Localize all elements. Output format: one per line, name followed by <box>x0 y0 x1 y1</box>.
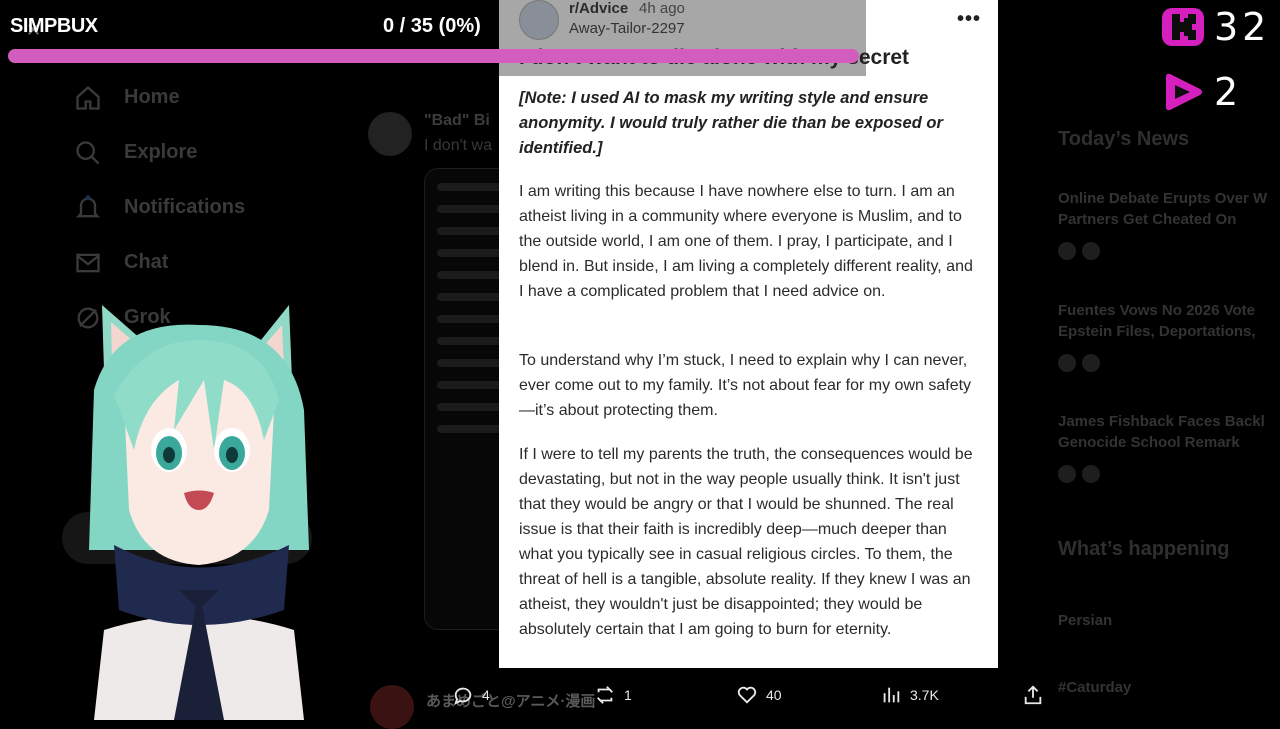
bell-icon <box>75 194 101 217</box>
sidebar-item-chat[interactable]: Chat <box>60 235 320 290</box>
search-icon <box>76 140 100 164</box>
news-title-line: Genocide School Remark <box>1058 434 1240 451</box>
trend-tag[interactable]: #Caturday <box>1058 677 1131 698</box>
avatar[interactable] <box>370 685 414 729</box>
heart-icon <box>737 686 757 704</box>
sidebar-item-notifications[interactable]: Notifications <box>60 180 320 235</box>
repost-button[interactable]: 1 <box>594 684 632 706</box>
mail-icon <box>76 253 100 272</box>
kick-icon <box>1160 6 1206 48</box>
sidebar-item-home[interactable]: Home <box>60 70 320 125</box>
reply-count: 4 <box>482 687 490 703</box>
news-item[interactable]: James Fishback Faces Backl Genocide Scho… <box>1058 411 1265 453</box>
views-button[interactable]: 3.7K <box>880 684 939 706</box>
sidebar-item-label: Home <box>124 86 180 108</box>
repost-icon <box>597 686 613 704</box>
goal-progress-bar <box>8 49 859 63</box>
reddit-post-image[interactable]: r/Advice 4h ago Away-Tailor-2297 ••• I d… <box>499 0 998 668</box>
overlay-brand: SIMPBUX <box>10 15 98 37</box>
kick-viewer-stat: 32 <box>1160 5 1270 49</box>
post-paragraph: I am writing this because I have nowhere… <box>519 183 973 300</box>
news-title-line: Fuentes Vows No 2026 Vote <box>1058 302 1255 319</box>
subreddit-avatar <box>519 0 559 40</box>
vtuber-avatar <box>89 305 309 720</box>
news-item[interactable]: Fuentes Vows No 2026 Vote Epstein Files,… <box>1058 300 1256 342</box>
more-options-icon[interactable]: ••• <box>957 8 981 31</box>
avatar[interactable] <box>368 112 412 156</box>
sidebar-item-label: Chat <box>124 251 169 273</box>
news-meta <box>1058 242 1100 260</box>
repost-count: 1 <box>624 687 632 703</box>
bar-chart-icon <box>883 687 900 703</box>
news-item[interactable]: Online Debate Erupts Over W Partners Get… <box>1058 188 1267 230</box>
view-count: 3.7K <box>910 687 939 703</box>
news-title-line: Epstein Files, Deportations, <box>1058 323 1256 340</box>
post-note: [Note: I used AI to mask my writing styl… <box>519 89 943 157</box>
home-icon <box>76 85 100 110</box>
sidebar-item-label: Explore <box>124 141 198 163</box>
twitch-viewer-stat: 2 <box>1160 70 1242 114</box>
kick-viewer-count: 32 <box>1214 5 1271 49</box>
whats-happening-heading: What’s happening <box>1058 538 1230 560</box>
todays-news-heading: Today’s News <box>1058 128 1190 150</box>
sidebar-item-label: Notifications <box>124 196 246 218</box>
sidebar-item-explore[interactable]: Explore <box>60 125 320 180</box>
post-time: 4h ago <box>639 0 685 17</box>
share-button[interactable] <box>1022 684 1044 706</box>
goal-progress-text: 0 / 35 (0%) <box>383 15 481 37</box>
twitch-viewer-count: 2 <box>1214 70 1243 114</box>
post-username: Away-Tailor-2297 <box>569 20 685 37</box>
like-button[interactable]: 40 <box>736 684 782 706</box>
subreddit-name: r/Advice <box>569 0 629 17</box>
share-icon <box>1024 685 1042 705</box>
post-paragraph: To understand why I’m stuck, I need to e… <box>519 352 972 419</box>
news-title-line: Partners Get Cheated On <box>1058 211 1237 228</box>
play-icon <box>1160 71 1206 113</box>
feed-post-text: I don't wa <box>424 137 492 154</box>
news-meta <box>1058 354 1100 372</box>
news-title-line: Online Debate Erupts Over W <box>1058 190 1268 207</box>
post-action-bar: 4 1 40 3.7K <box>452 682 1052 708</box>
trend-name[interactable]: Persian <box>1058 610 1112 631</box>
reply-icon <box>454 687 472 706</box>
feed-post-title: "Bad" Bi <box>424 112 490 129</box>
post-paragraph: If I were to tell my parents the truth, … <box>519 446 973 638</box>
news-title-line: James Fishback Faces Backl <box>1058 413 1265 430</box>
news-meta <box>1058 465 1100 483</box>
like-count: 40 <box>766 687 782 703</box>
reply-button[interactable]: 4 <box>452 684 490 706</box>
